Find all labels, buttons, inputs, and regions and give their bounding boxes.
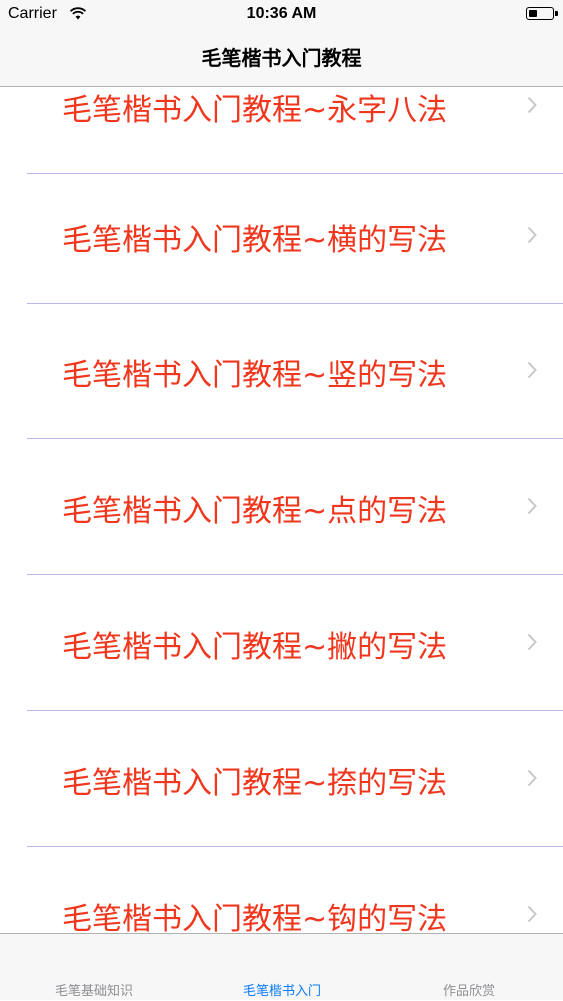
page-title: 毛笔楷书入门教程 (201, 46, 362, 70)
separator (27, 846, 563, 847)
list-item-label: 毛笔楷书入门教程~永字八法 (62, 92, 448, 128)
list-item[interactable]: 毛笔楷书入门教程~横的写法 (0, 169, 563, 304)
separator (27, 574, 563, 575)
tab-label: 毛笔楷书入门 (242, 984, 321, 999)
chevron-right-icon (527, 905, 537, 927)
tab-gallery[interactable]: 作品欣赏 (375, 934, 563, 1001)
tab-label: 毛笔基础知识 (54, 984, 133, 999)
list-item-label: 毛笔楷书入门教程~竖的写法 (62, 357, 448, 393)
list-item[interactable]: 毛笔楷书入门教程~撇的写法 (0, 576, 563, 711)
separator (27, 710, 563, 711)
list-item-label: 毛笔楷书入门教程~钩的写法 (62, 901, 448, 934)
chevron-right-icon (527, 497, 537, 519)
chevron-right-icon (527, 226, 537, 248)
lesson-list: 毛笔楷书入门教程~永字八法 毛笔楷书入门教程~横的写法 毛笔楷书入门教程~竖的写… (0, 87, 563, 933)
list-item[interactable]: 毛笔楷书入门教程~永字八法 (0, 87, 563, 174)
chevron-right-icon (527, 96, 537, 118)
list-item[interactable]: 毛笔楷书入门教程~捺的写法 (0, 712, 563, 847)
chevron-right-icon (527, 633, 537, 655)
list-item-label: 毛笔楷书入门教程~撇的写法 (62, 629, 448, 665)
list-item-label: 毛笔楷书入门教程~捺的写法 (62, 765, 448, 801)
status-bar: Carrier 10:36 AM (0, 0, 563, 30)
tab-label: 作品欣赏 (442, 984, 495, 999)
tab-kaishu-intro[interactable]: 毛笔楷书入门 (188, 934, 376, 1001)
chevron-right-icon (527, 361, 537, 383)
tab-bar: 毛笔基础知识 毛笔楷书入门 作品欣赏 (0, 933, 563, 1000)
list-item[interactable]: 毛笔楷书入门教程~竖的写法 (0, 304, 563, 439)
navigation-bar: 毛笔楷书入门教程 (0, 30, 563, 87)
list-item[interactable]: 毛笔楷书入门教程~钩的写法 (0, 848, 563, 933)
battery-icon (526, 7, 558, 20)
list-item-label: 毛笔楷书入门教程~横的写法 (62, 222, 448, 258)
separator (27, 438, 563, 439)
list-item-label: 毛笔楷书入门教程~点的写法 (62, 493, 448, 529)
chevron-right-icon (527, 769, 537, 791)
clock: 10:36 AM (246, 5, 317, 22)
tab-brush-basics[interactable]: 毛笔基础知识 (0, 934, 188, 1001)
list-item[interactable]: 毛笔楷书入门教程~点的写法 (0, 440, 563, 575)
